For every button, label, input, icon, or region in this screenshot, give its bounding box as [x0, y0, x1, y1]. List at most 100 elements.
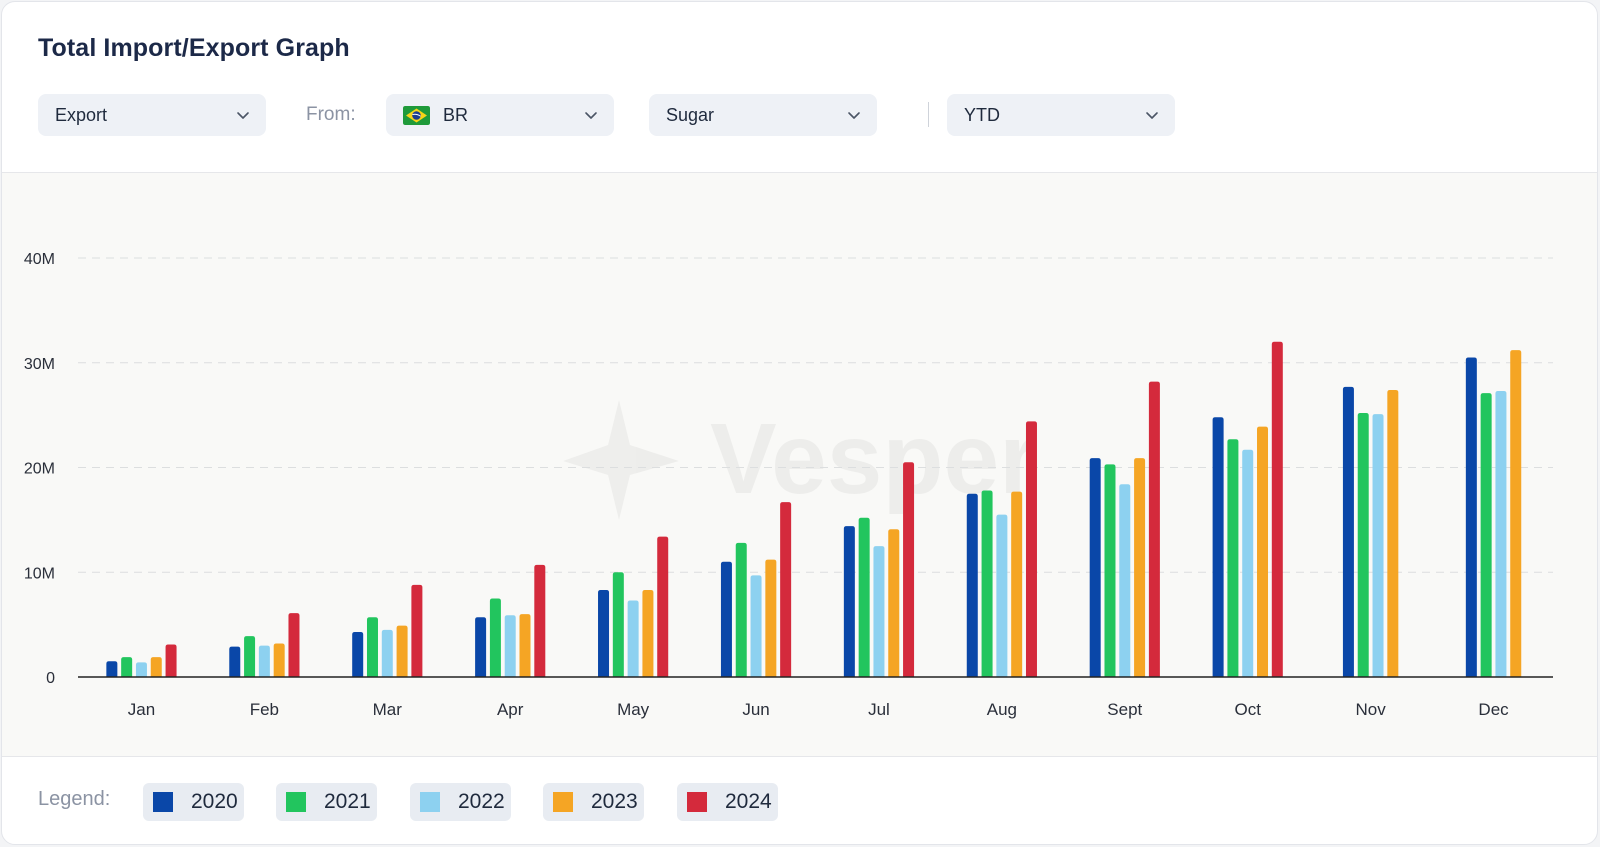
x-tick-label: Feb	[250, 700, 279, 719]
bar-aug-2022[interactable]	[996, 514, 1008, 677]
bar-mar-2024[interactable]	[411, 584, 423, 677]
bar-mar-2020[interactable]	[352, 631, 364, 677]
legend-swatch	[420, 792, 440, 812]
bar-apr-2021[interactable]	[489, 598, 501, 677]
bar-jan-2024[interactable]	[165, 644, 177, 677]
country-dropdown-value: BR	[443, 104, 469, 125]
x-tick-label: May	[617, 700, 650, 719]
bar-oct-2023[interactable]	[1257, 426, 1269, 677]
bar-mar-2023[interactable]	[396, 625, 408, 677]
bar-aug-2024[interactable]	[1025, 421, 1037, 677]
bar-jul-2020[interactable]	[843, 526, 855, 677]
period-dropdown[interactable]: YTD	[947, 94, 1175, 136]
bar-may-2020[interactable]	[598, 590, 610, 677]
legend-item-2024[interactable]: 2024	[677, 783, 778, 821]
period-dropdown-value: YTD	[964, 104, 1000, 125]
bar-aug-2021[interactable]	[981, 490, 993, 677]
legend-item-label: 2022	[458, 790, 505, 813]
commodity-dropdown-value: Sugar	[666, 104, 715, 125]
legend-swatch	[153, 792, 173, 812]
bar-nov-2023[interactable]	[1387, 389, 1399, 677]
from-label: From:	[306, 104, 356, 125]
bar-feb-2020[interactable]	[229, 646, 241, 677]
bar-may-2024[interactable]	[657, 536, 669, 677]
x-tick-label: Mar	[373, 700, 403, 719]
y-tick-label: 20M	[24, 461, 55, 478]
bar-mar-2021[interactable]	[366, 617, 378, 677]
sparkle-icon	[563, 400, 679, 520]
bar-mar-2022[interactable]	[381, 629, 393, 677]
x-tick-label: Oct	[1234, 700, 1261, 719]
bar-nov-2022[interactable]	[1372, 414, 1384, 677]
bar-dec-2023[interactable]	[1510, 350, 1522, 677]
x-tick-label: Jun	[742, 700, 769, 719]
brazil-flag-icon	[403, 105, 430, 125]
graph-card: Total Import/Export Graph Export From: B…	[1, 1, 1598, 845]
flow-dropdown[interactable]: Export	[38, 94, 266, 136]
bar-dec-2020[interactable]	[1465, 357, 1477, 677]
country-dropdown[interactable]: BR	[386, 94, 614, 136]
bar-may-2021[interactable]	[612, 572, 624, 677]
bar-oct-2021[interactable]	[1227, 439, 1239, 677]
filter-divider	[928, 102, 929, 127]
bar-sept-2020[interactable]	[1089, 458, 1101, 677]
x-tick-label: Dec	[1478, 700, 1509, 719]
bar-sept-2021[interactable]	[1104, 464, 1116, 677]
chevron-down-icon	[237, 112, 249, 119]
x-tick-label: Apr	[497, 700, 524, 719]
x-tick-label: Aug	[987, 700, 1017, 719]
bar-feb-2024[interactable]	[288, 613, 300, 677]
bar-jul-2024[interactable]	[903, 462, 915, 677]
bar-sept-2023[interactable]	[1134, 458, 1146, 677]
flow-dropdown-value: Export	[55, 104, 108, 125]
bar-jun-2022[interactable]	[750, 575, 762, 677]
legend-item-2023[interactable]: 2023	[543, 783, 644, 821]
bar-nov-2020[interactable]	[1342, 386, 1354, 677]
bar-jun-2024[interactable]	[780, 502, 792, 677]
legend-item-label: 2020	[191, 790, 238, 813]
bar-sept-2022[interactable]	[1119, 484, 1131, 677]
bar-apr-2024[interactable]	[534, 564, 546, 677]
legend-item-2020[interactable]: 2020	[143, 783, 244, 821]
bar-jun-2020[interactable]	[720, 561, 732, 677]
bar-jul-2021[interactable]	[858, 517, 870, 677]
bar-chart: Vesper 010M20M30M40MJanFebMarAprMayJunJu…	[24, 251, 1553, 719]
legend-item-2022[interactable]: 2022	[410, 783, 511, 821]
bar-jul-2022[interactable]	[873, 546, 885, 677]
bar-may-2023[interactable]	[642, 590, 654, 677]
bar-feb-2021[interactable]	[244, 636, 256, 677]
bar-feb-2022[interactable]	[258, 645, 270, 677]
x-tick-label: Jul	[868, 700, 890, 719]
bar-may-2022[interactable]	[627, 600, 639, 677]
y-tick-label: 0	[46, 670, 55, 687]
legend-swatch	[553, 792, 573, 812]
bar-nov-2021[interactable]	[1357, 413, 1369, 677]
bar-dec-2022[interactable]	[1495, 391, 1507, 677]
bar-oct-2020[interactable]	[1212, 417, 1224, 677]
chevron-down-icon	[585, 112, 597, 119]
bar-jan-2023[interactable]	[150, 657, 162, 677]
bar-jan-2022[interactable]	[135, 662, 147, 677]
bar-oct-2022[interactable]	[1242, 449, 1254, 677]
bar-jun-2021[interactable]	[735, 542, 747, 677]
bar-sept-2024[interactable]	[1148, 381, 1160, 677]
x-tick-label: Sept	[1107, 700, 1142, 719]
legend-item-label: 2023	[591, 790, 638, 813]
bar-apr-2023[interactable]	[519, 614, 531, 677]
commodity-dropdown[interactable]: Sugar	[649, 94, 877, 136]
legend-item-label: 2024	[725, 790, 772, 813]
bar-feb-2023[interactable]	[273, 643, 285, 677]
bar-dec-2021[interactable]	[1480, 393, 1492, 677]
y-tick-label: 40M	[24, 251, 55, 268]
bar-jun-2023[interactable]	[765, 559, 777, 677]
bar-aug-2023[interactable]	[1011, 491, 1023, 677]
page-title: Total Import/Export Graph	[38, 34, 350, 62]
bar-jan-2020[interactable]	[106, 661, 118, 677]
bar-apr-2020[interactable]	[475, 617, 487, 677]
bar-jul-2023[interactable]	[888, 529, 900, 677]
bar-oct-2024[interactable]	[1271, 341, 1283, 677]
bar-apr-2022[interactable]	[504, 615, 516, 677]
legend-item-2021[interactable]: 2021	[276, 783, 377, 821]
bar-jan-2021[interactable]	[121, 657, 133, 677]
bar-aug-2020[interactable]	[966, 493, 978, 677]
